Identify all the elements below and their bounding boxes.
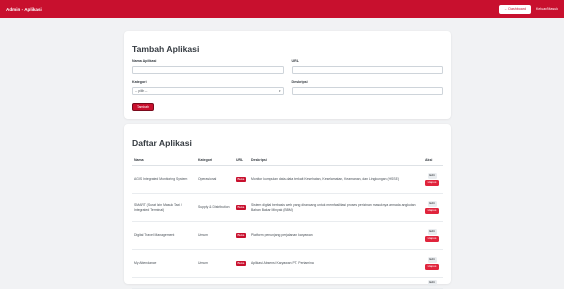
app-description — [249, 277, 423, 289]
table-row: SMART (Surat Izin Masuk Taxi / Integrate… — [132, 193, 443, 222]
delete-button[interactable]: Hapus — [425, 180, 439, 187]
column-header-name: Nama — [132, 156, 196, 166]
description-input[interactable] — [291, 87, 443, 95]
app-description: Aplikasi Absensi Karyawan PT. Pertamina — [249, 249, 423, 278]
form-title: Tambah Aplikasi — [132, 44, 200, 54]
open-url-button[interactable]: Buka — [236, 261, 246, 267]
edit-button[interactable]: Edit — [427, 172, 437, 179]
add-app-card: Tambah Aplikasi Nama Aplikasi URL Katego… — [124, 31, 451, 119]
open-url-button[interactable]: Buka — [236, 205, 246, 211]
app-category — [196, 277, 234, 289]
app-list-card: Daftar Aplikasi Nama Kategori URL Deskri… — [124, 124, 451, 289]
app-table: Nama Kategori URL Deskripsi Aksi AGIS In… — [132, 156, 443, 289]
navbar-actions: ← Dashboard Keluar/Masuk — [498, 4, 558, 14]
app-name — [132, 277, 196, 289]
edit-button[interactable]: Edit — [427, 200, 437, 207]
category-label: Kategori — [132, 80, 147, 84]
add-app-button[interactable]: Tambah — [132, 103, 154, 111]
edit-button[interactable]: Edit — [427, 280, 437, 286]
app-description: Platform penunjang perjalanan karyawan — [249, 221, 423, 250]
edit-button[interactable]: Edit — [427, 228, 437, 235]
chevron-down-icon: ▾ — [278, 89, 281, 93]
table-row: AGIS Integrated Monitoring System Operas… — [132, 165, 443, 194]
app-category: Umum — [196, 249, 234, 278]
edit-button[interactable]: Edit — [427, 256, 437, 263]
delete-button[interactable]: Hapus — [425, 264, 439, 271]
app-name: Digital Travel Management — [132, 221, 196, 250]
table-row: Digital Travel Management Umum Buka Plat… — [132, 221, 443, 250]
app-url-cell — [234, 277, 249, 289]
app-name: AGIS Integrated Monitoring System — [132, 165, 196, 194]
table-row: My Attendance Umum Buka Aplikasi Absensi… — [132, 249, 443, 278]
app-description: Monitor kumpulan data-data terkait Keseh… — [249, 165, 423, 194]
column-header-actions: Aksi — [423, 156, 443, 166]
table-header-row: Nama Kategori URL Deskripsi Aksi — [132, 156, 443, 166]
dashboard-button[interactable]: ← Dashboard — [498, 4, 532, 14]
column-header-url: URL — [234, 156, 249, 166]
app-category: Operasional — [196, 165, 234, 194]
delete-button[interactable]: Hapus — [425, 236, 439, 243]
app-name: My Attendance — [132, 249, 196, 278]
app-category: Umum — [196, 221, 234, 250]
name-input[interactable] — [132, 66, 284, 74]
column-header-description: Deskripsi — [249, 156, 423, 166]
brand-title: Admin - Aplikasi — [6, 6, 42, 12]
delete-button[interactable]: Hapus — [425, 208, 439, 215]
app-description: Sistem digital berbasis web yang diranca… — [249, 193, 423, 222]
open-url-button[interactable]: Buka — [236, 177, 246, 183]
app-name: SMART (Surat Izin Masuk Taxi / Integrate… — [132, 193, 196, 222]
table-row: Edit — [132, 277, 443, 289]
name-label: Nama Aplikasi — [132, 59, 157, 63]
app-category: Supply & Distribution — [196, 193, 234, 222]
url-label: URL — [291, 59, 299, 63]
url-input[interactable] — [291, 66, 443, 74]
category-select[interactable]: -- pilih -- ▾ — [132, 87, 284, 95]
category-selected-value: -- pilih -- — [135, 89, 148, 93]
logout-link[interactable]: Keluar/Masuk — [536, 7, 558, 11]
top-navbar: Admin - Aplikasi ← Dashboard Keluar/Masu… — [0, 0, 564, 18]
description-label: Deskripsi — [291, 80, 308, 84]
list-title: Daftar Aplikasi — [132, 138, 192, 148]
open-url-button[interactable]: Buka — [236, 233, 246, 239]
column-header-category: Kategori — [196, 156, 234, 166]
